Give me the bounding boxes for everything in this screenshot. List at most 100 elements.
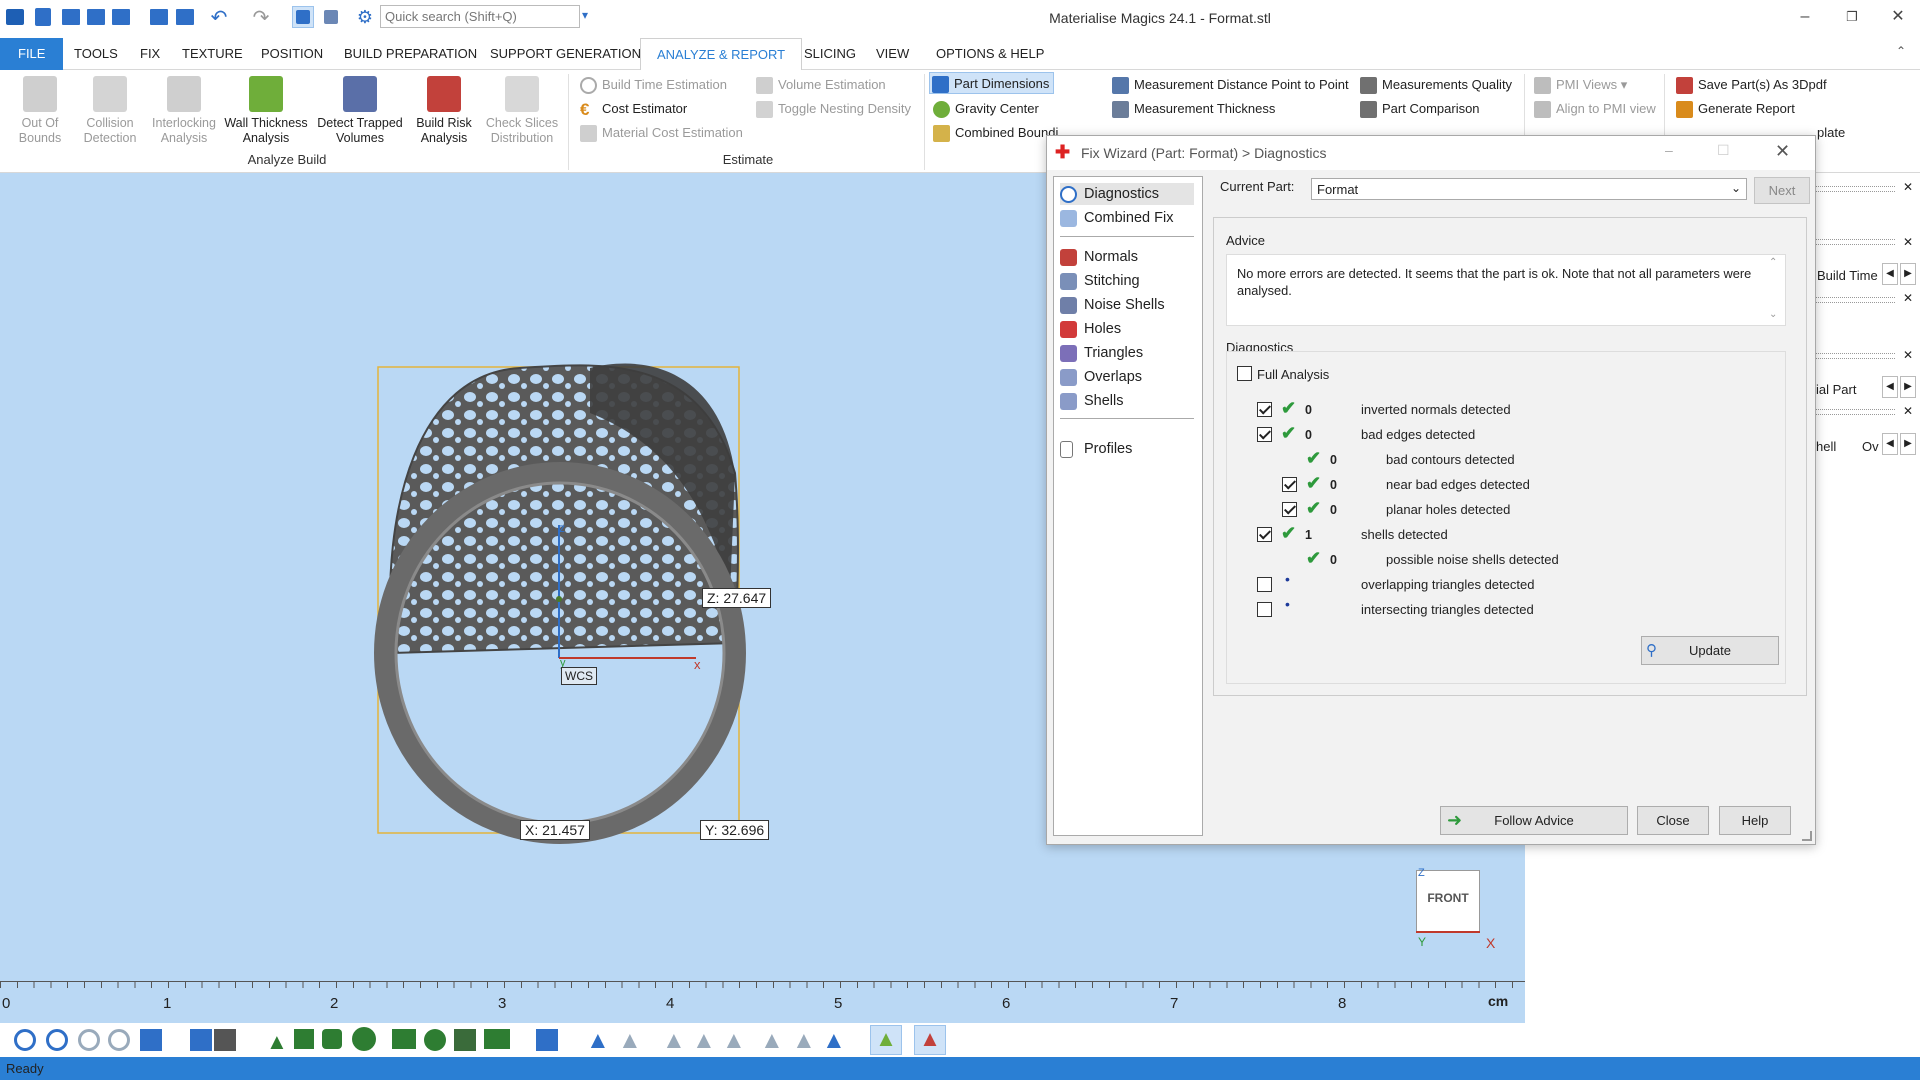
- save-as-3dpdf-button[interactable]: Save Part(s) As 3Dpdf: [1674, 74, 1827, 96]
- zoom-window-icon[interactable]: [46, 1029, 68, 1051]
- select-marked-icon[interactable]: [484, 1029, 510, 1049]
- scroll-right-icon[interactable]: ▶: [1900, 263, 1916, 285]
- mark-plane-icon[interactable]: ▲: [618, 1027, 642, 1055]
- nav-holes[interactable]: Holes: [1060, 318, 1121, 340]
- current-part-select[interactable]: Format ⌄: [1311, 178, 1747, 200]
- bad-edges-checkbox[interactable]: [1257, 427, 1272, 442]
- shading-icon[interactable]: [214, 1029, 236, 1051]
- panel-grip[interactable]: [1815, 297, 1895, 303]
- undo-icon[interactable]: ↶: [208, 6, 230, 29]
- nav-normals[interactable]: Normals: [1060, 246, 1138, 268]
- nav-triangles[interactable]: Triangles: [1060, 342, 1143, 364]
- full-analysis-checkbox[interactable]: [1237, 366, 1252, 381]
- volume-estimation-button[interactable]: Volume Estimation: [754, 74, 886, 96]
- collapse-ribbon-icon[interactable]: ⌃: [1896, 44, 1906, 58]
- nav-diagnostics[interactable]: Diagnostics: [1060, 183, 1194, 205]
- inverted-normals-checkbox[interactable]: [1257, 402, 1272, 417]
- dialog-minimize-icon[interactable]: –: [1665, 142, 1673, 158]
- open-file-icon[interactable]: [60, 6, 82, 28]
- panel-grip[interactable]: [1815, 186, 1895, 192]
- close-window-icon[interactable]: ✕: [1878, 4, 1918, 30]
- panel-grip[interactable]: [1815, 353, 1895, 359]
- gravity-center-button[interactable]: Gravity Center: [931, 98, 1039, 120]
- nav-profiles[interactable]: Profiles: [1060, 438, 1132, 460]
- menu-analyze-report[interactable]: ANALYZE & REPORT: [640, 38, 803, 71]
- nav-combined-fix[interactable]: Combined Fix: [1060, 207, 1173, 229]
- menu-support-generation[interactable]: SUPPORT GENERATION: [482, 38, 649, 70]
- nav-overlaps[interactable]: Overlaps: [1060, 366, 1142, 388]
- quick-search-input[interactable]: Quick search (Shift+Q): [380, 5, 580, 28]
- save-icon[interactable]: [85, 6, 107, 28]
- toggle-nesting-density-button[interactable]: Toggle Nesting Density: [754, 98, 911, 120]
- nav-stitching[interactable]: Stitching: [1060, 270, 1140, 292]
- part-dimensions-button[interactable]: Part Dimensions: [929, 72, 1055, 94]
- scroll-left-icon[interactable]: ◀: [1882, 263, 1898, 285]
- menu-tools[interactable]: TOOLS: [66, 38, 126, 70]
- minimize-icon[interactable]: –: [1785, 4, 1825, 30]
- scroll-up-icon[interactable]: ⌃: [1769, 257, 1777, 268]
- close-panel-icon[interactable]: ✕: [1903, 235, 1913, 249]
- out-of-bounds-button[interactable]: Out Of Bounds: [10, 74, 70, 146]
- help-button[interactable]: Help: [1719, 806, 1791, 835]
- invert-marking-icon[interactable]: ▲: [722, 1027, 746, 1055]
- restore-icon[interactable]: ❐: [1832, 4, 1872, 30]
- measurements-quality-button[interactable]: Measurements Quality: [1358, 74, 1512, 96]
- zoom-selection-icon[interactable]: [108, 1029, 130, 1051]
- build-risk-analysis-button[interactable]: Build Risk Analysis: [412, 74, 476, 146]
- planar-holes-checkbox[interactable]: [1282, 502, 1297, 517]
- save-as-icon[interactable]: [110, 6, 132, 28]
- overlapping-triangles-checkbox[interactable]: [1257, 577, 1272, 592]
- intersecting-triangles-checkbox[interactable]: [1257, 602, 1272, 617]
- dialog-close-icon[interactable]: ✕: [1775, 141, 1790, 162]
- panel-grip[interactable]: [1815, 239, 1895, 245]
- interlocking-analysis-button[interactable]: Interlocking Analysis: [146, 74, 222, 146]
- resize-grip-icon[interactable]: [1802, 831, 1812, 841]
- generate-report-button[interactable]: Generate Report: [1674, 98, 1795, 120]
- nav-shells[interactable]: Shells: [1060, 390, 1124, 412]
- check-slices-distribution-button[interactable]: Check Slices Distribution: [484, 74, 560, 146]
- menu-file[interactable]: FILE: [0, 38, 64, 70]
- settings-gear-icon[interactable]: ⚙: [354, 6, 376, 28]
- search-dropdown-icon[interactable]: ▾: [582, 8, 588, 22]
- import-icon[interactable]: [148, 6, 170, 28]
- align-to-pmi-view-button[interactable]: Align to PMI view: [1532, 98, 1656, 120]
- zoom-part-icon[interactable]: [78, 1029, 100, 1051]
- measurement-distance-button[interactable]: Measurement Distance Point to Point: [1110, 74, 1349, 96]
- close-panel-icon[interactable]: ✕: [1903, 291, 1913, 305]
- menu-slicing[interactable]: SLICING: [796, 38, 864, 70]
- scroll-right-icon[interactable]: ▶: [1900, 376, 1916, 398]
- close-panel-icon[interactable]: ✕: [1903, 348, 1913, 362]
- select-plane-icon[interactable]: [294, 1029, 314, 1049]
- cost-estimator-button[interactable]: € Cost Estimator: [578, 98, 687, 120]
- update-button[interactable]: ⚲ Update: [1641, 636, 1779, 665]
- select-box-icon[interactable]: [392, 1029, 416, 1049]
- menu-options-help[interactable]: OPTIONS & HELP: [928, 38, 1052, 70]
- zoom-icon[interactable]: [14, 1029, 36, 1051]
- detect-trapped-volumes-button[interactable]: Detect Trapped Volumes: [312, 74, 408, 146]
- scroll-left-icon[interactable]: ◀: [1882, 433, 1898, 455]
- mark-triangle-icon[interactable]: ▲: [586, 1027, 610, 1055]
- material-cost-estimation-button[interactable]: Material Cost Estimation: [578, 122, 743, 144]
- select-lasso-icon[interactable]: [424, 1029, 446, 1051]
- show-bad-edges-icon[interactable]: ▲: [914, 1025, 946, 1055]
- redo-icon[interactable]: ↷: [250, 6, 272, 29]
- select-line-icon[interactable]: [454, 1029, 476, 1051]
- shrink-marking-icon[interactable]: ▲: [792, 1027, 816, 1055]
- part-comparison-button[interactable]: Part Comparison: [1358, 98, 1480, 120]
- part-view-icon[interactable]: [536, 1029, 558, 1051]
- extend-marking-icon[interactable]: ▲: [760, 1027, 784, 1055]
- view-orientation-icon[interactable]: [140, 1029, 162, 1051]
- wall-thickness-analysis-button[interactable]: Wall Thickness Analysis: [222, 74, 310, 146]
- show-triangles-icon[interactable]: ▲: [870, 1025, 902, 1055]
- menu-fix[interactable]: FIX: [132, 38, 168, 70]
- follow-advice-button[interactable]: ➜ Follow Advice: [1440, 806, 1628, 835]
- view-cube[interactable]: FRONT: [1416, 870, 1480, 932]
- select-shell-icon[interactable]: [352, 1027, 376, 1051]
- menu-view[interactable]: VIEW: [868, 38, 917, 70]
- close-panel-icon[interactable]: ✕: [1903, 404, 1913, 418]
- dialog-maximize-icon[interactable]: ☐: [1717, 142, 1730, 159]
- unmark-all-icon[interactable]: ▲: [692, 1027, 716, 1055]
- perspective-icon[interactable]: [190, 1029, 212, 1051]
- deselect-icon[interactable]: [320, 6, 342, 28]
- measurement-thickness-button[interactable]: Measurement Thickness: [1110, 98, 1275, 120]
